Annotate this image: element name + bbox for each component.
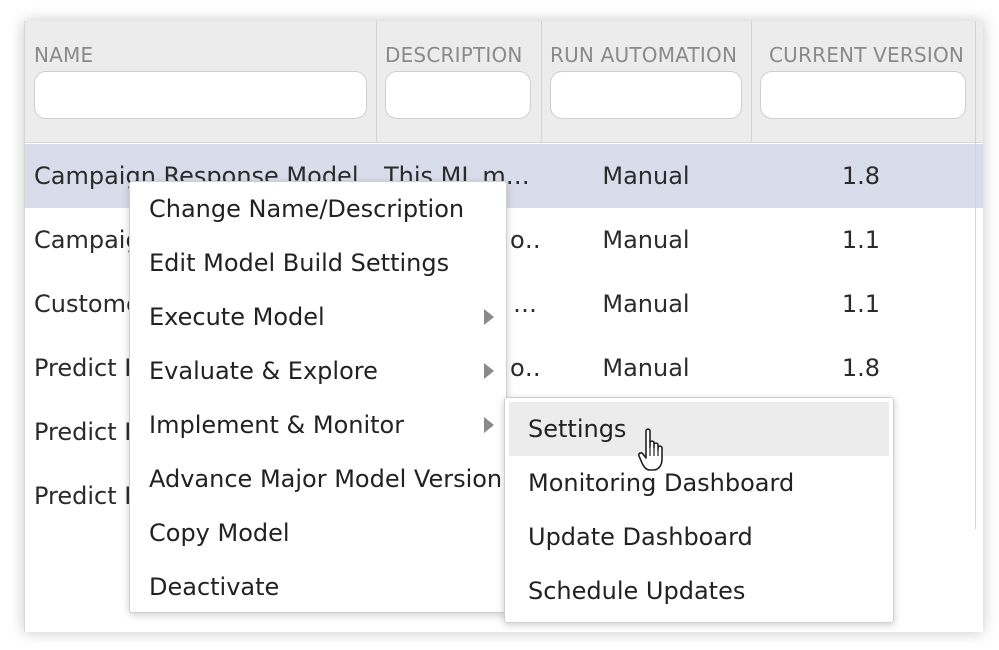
column-label-name: NAME: [34, 43, 94, 67]
column-header-description: DESCRIPTION: [376, 21, 542, 142]
submenu-arrow-icon: [484, 417, 494, 433]
context-menu: Change Name/Description Edit Model Build…: [129, 181, 507, 613]
menu-item-edit-model-build-settings[interactable]: Edit Model Build Settings: [130, 236, 506, 290]
column-label-current-version: CURRENT VERSION: [769, 43, 965, 67]
menu-item-label: Edit Model Build Settings: [149, 249, 450, 277]
column-divider: [975, 142, 976, 529]
cell-description: o…: [510, 354, 540, 382]
menu-item-execute-model[interactable]: Execute Model: [130, 290, 506, 344]
column-header-current-version: CURRENT VERSION: [751, 21, 976, 142]
cell-description: o…: [510, 226, 540, 254]
column-label-description: DESCRIPTION: [385, 43, 523, 67]
menu-item-label: Update Dashboard: [528, 523, 753, 551]
menu-item-advance-major-model-version[interactable]: Advance Major Model Version: [130, 452, 506, 506]
column-label-run-automation: RUN AUTOMATION: [550, 43, 738, 67]
cell-run-automation: Manual: [602, 226, 690, 254]
menu-item-evaluate-explore[interactable]: Evaluate & Explore: [130, 344, 506, 398]
name-filter-input[interactable]: [34, 71, 367, 119]
table-header: NAME DESCRIPTION RUN AUTOMATION CURRENT …: [25, 21, 983, 143]
submenu-arrow-icon: [484, 309, 494, 325]
cell-current-version: 1.8: [841, 162, 881, 190]
current-version-filter-input[interactable]: [760, 71, 966, 119]
submenu-item-update-dashboard[interactable]: Update Dashboard: [505, 510, 893, 564]
menu-item-label: Deactivate: [149, 573, 280, 601]
hand-cursor-icon: [638, 428, 663, 471]
menu-item-label: Settings: [528, 415, 627, 443]
description-filter-input[interactable]: [385, 71, 531, 119]
menu-item-deactivate[interactable]: Deactivate: [130, 560, 506, 614]
cell-run-automation: Manual: [602, 354, 690, 382]
menu-item-change-name-description[interactable]: Change Name/Description: [130, 182, 506, 236]
cell-current-version: 1.1: [841, 290, 881, 318]
column-header-run-automation: RUN AUTOMATION: [541, 21, 752, 142]
submenu-item-monitoring-dashboard[interactable]: Monitoring Dashboard: [505, 456, 893, 510]
menu-item-label: Evaluate & Explore: [149, 357, 378, 385]
cell-description: …: [513, 290, 537, 318]
menu-item-implement-monitor[interactable]: Implement & Monitor: [130, 398, 506, 452]
column-header-name: NAME: [25, 21, 377, 142]
submenu-item-settings[interactable]: Settings: [509, 402, 889, 456]
menu-item-label: Schedule Updates: [528, 577, 746, 605]
implement-monitor-submenu: Settings Monitoring Dashboard Update Das…: [504, 397, 894, 623]
cell-run-automation: Manual: [602, 290, 690, 318]
cell-current-version: 1.1: [841, 226, 881, 254]
menu-item-label: Execute Model: [149, 303, 325, 331]
submenu-item-schedule-updates[interactable]: Schedule Updates: [505, 564, 893, 618]
menu-item-copy-model[interactable]: Copy Model: [130, 506, 506, 560]
cell-current-version: 1.8: [841, 354, 881, 382]
submenu-arrow-icon: [484, 363, 494, 379]
menu-item-label: Advance Major Model Version: [149, 465, 503, 493]
menu-item-label: Change Name/Description: [149, 195, 465, 223]
run-automation-filter-input[interactable]: [550, 71, 742, 119]
menu-item-label: Implement & Monitor: [149, 411, 405, 439]
cell-run-automation: Manual: [602, 162, 690, 190]
menu-item-label: Copy Model: [149, 519, 290, 547]
